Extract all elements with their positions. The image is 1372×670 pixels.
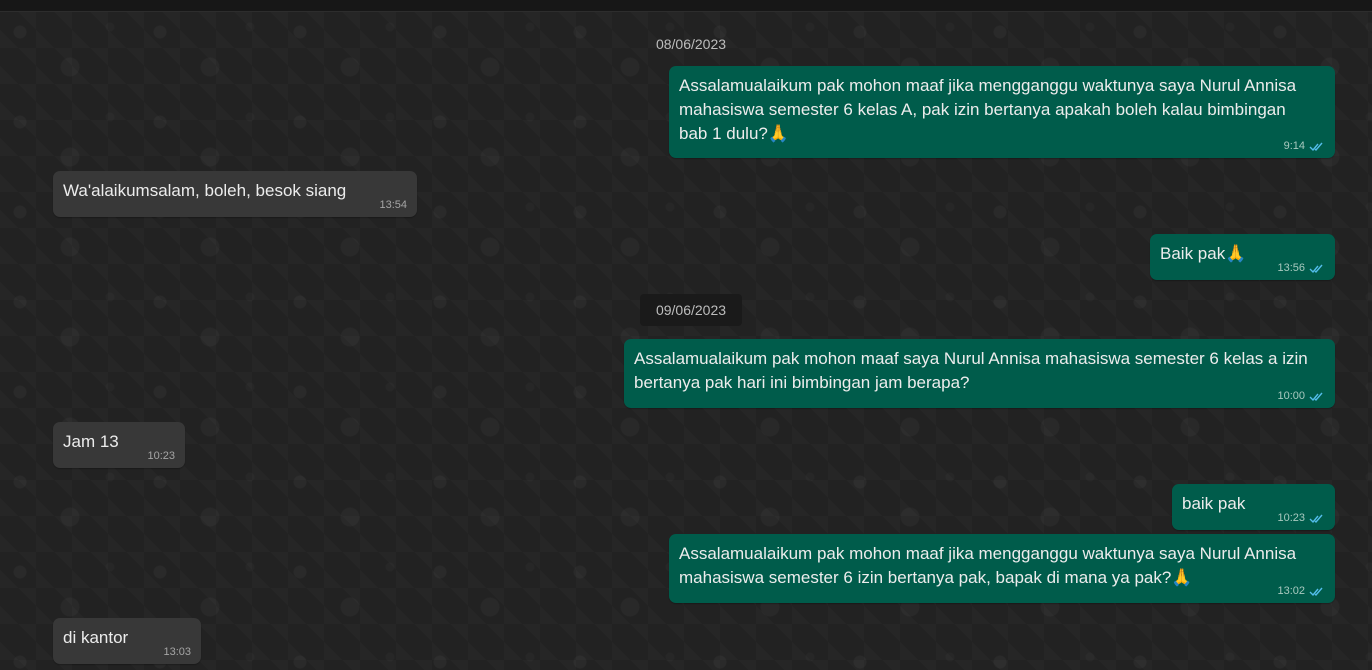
outgoing-message[interactable]: Assalamualaikum pak mohon maaf saya Nuru… [624, 339, 1335, 408]
message-meta: 13:56 [1277, 262, 1325, 274]
message-meta: 9:14 [1284, 140, 1325, 152]
incoming-message[interactable]: Jam 13 10:23 [53, 422, 185, 468]
message-meta: 10:23 [1277, 512, 1325, 524]
message-text: Assalamualaikum pak mohon maaf jika meng… [679, 544, 1301, 587]
message-time: 13:02 [1277, 585, 1305, 597]
outgoing-message[interactable]: baik pak 10:23 [1172, 484, 1335, 530]
read-double-check-icon [1309, 514, 1323, 523]
message-text: Assalamualaikum pak mohon maaf saya Nuru… [634, 349, 1313, 392]
incoming-message[interactable]: Wa'alaikumsalam, boleh, besok siang 13:5… [53, 171, 417, 217]
read-double-check-icon [1309, 392, 1323, 401]
date-separator: 08/06/2023 [640, 28, 742, 60]
message-meta: 13:02 [1277, 585, 1325, 597]
read-double-check-icon [1309, 587, 1323, 596]
message-time: 13:56 [1277, 262, 1305, 274]
message-time: 13:03 [163, 646, 191, 658]
read-double-check-icon [1309, 264, 1323, 273]
message-text: Assalamualaikum pak mohon maaf jika meng… [679, 76, 1301, 143]
date-label: 09/06/2023 [655, 302, 727, 318]
message-meta: 10:00 [1277, 390, 1325, 402]
read-double-check-icon [1309, 142, 1323, 151]
outgoing-message[interactable]: Assalamualaikum pak mohon maaf jika meng… [669, 66, 1335, 158]
date-separator: 09/06/2023 [640, 294, 742, 326]
message-meta: 10:23 [147, 450, 175, 462]
message-time: 10:23 [1277, 512, 1305, 524]
date-label: 08/06/2023 [655, 36, 727, 52]
chat-messages-area[interactable]: 08/06/2023 Assalamualaikum pak mohon maa… [0, 12, 1372, 670]
message-time: 13:54 [379, 199, 407, 211]
message-meta: 13:54 [379, 199, 407, 211]
incoming-message[interactable]: di kantor 13:03 [53, 618, 201, 664]
message-time: 9:14 [1283, 140, 1305, 152]
message-time: 10:00 [1277, 390, 1305, 402]
message-time: 10:23 [147, 450, 175, 462]
outgoing-message[interactable]: Baik pak🙏 13:56 [1150, 234, 1335, 280]
message-meta: 13:03 [163, 646, 191, 658]
message-text: Wa'alaikumsalam, boleh, besok siang [63, 181, 347, 200]
outgoing-message[interactable]: Assalamualaikum pak mohon maaf jika meng… [669, 534, 1335, 603]
window-top-bar [0, 0, 1372, 12]
